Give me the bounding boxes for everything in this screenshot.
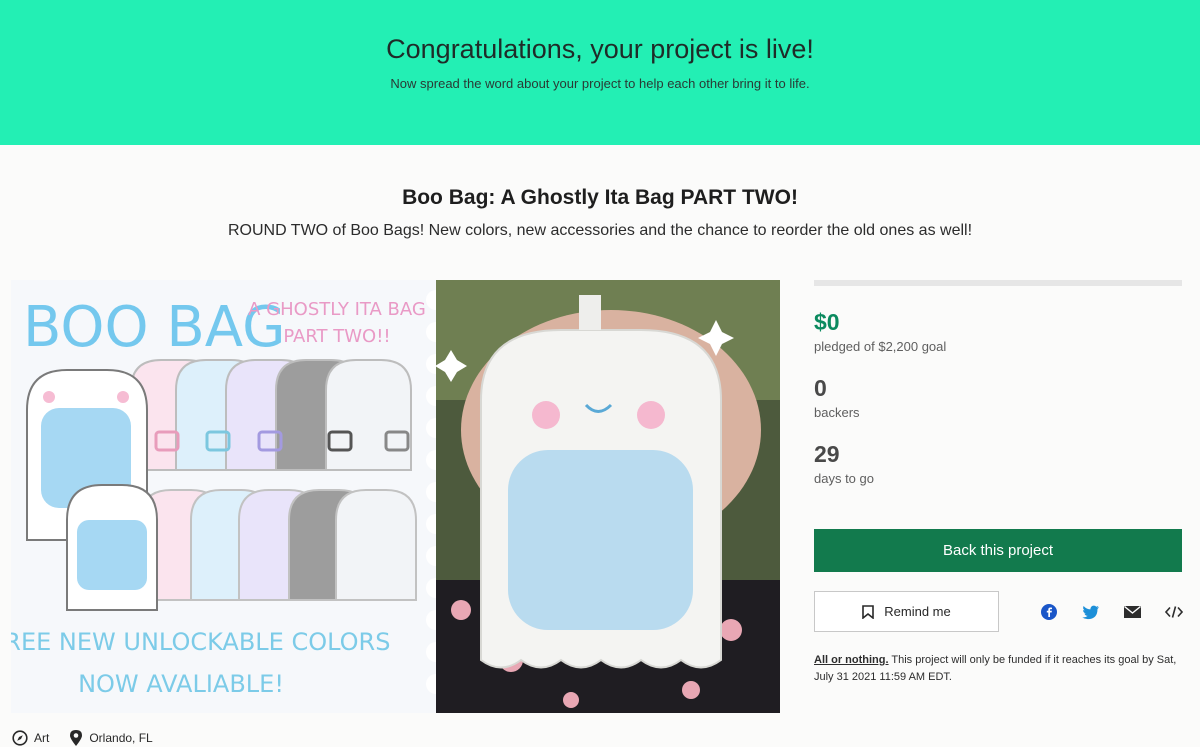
art-subtitle-1: A GHOSTLY ITA BAG: [248, 299, 426, 320]
back-this-project-button[interactable]: Back this project: [814, 529, 1182, 572]
pledged-goal-label: pledged of $2,200 goal: [814, 339, 947, 354]
days-to-go-count: 29: [814, 441, 840, 467]
launch-banner: Congratulations, your project is live! N…: [0, 0, 1200, 145]
art-caption-1: THREE NEW UNLOCKABLE COLORS: [11, 628, 390, 656]
art-title: BOO BAG: [23, 295, 286, 360]
twitter-icon[interactable]: [1082, 603, 1100, 621]
email-icon[interactable]: [1123, 603, 1141, 621]
project-image: BOO BAG A GHOSTLY ITA BAG PART TWO!! THR…: [11, 280, 780, 713]
art-subtitle-2: PART TWO!!: [283, 326, 390, 347]
art-caption-2: NOW AVALIABLE!: [78, 670, 284, 698]
project-video-thumbnail[interactable]: BOO BAG A GHOSTLY ITA BAG PART TWO!! THR…: [11, 280, 780, 713]
banner-subtitle: Now spread the word about your project t…: [390, 76, 810, 91]
location-link[interactable]: Orlando, FL: [89, 731, 152, 745]
facebook-icon[interactable]: [1040, 603, 1058, 621]
pledged-amount: $0: [814, 309, 840, 335]
project-title: Boo Bag: A Ghostly Ita Bag PART TWO!: [402, 186, 798, 209]
funding-stats: $0 pledged of $2,200 goal 0 backers 29 d…: [814, 280, 1182, 486]
project-blurb: ROUND TWO of Boo Bags! New colors, new a…: [227, 222, 973, 239]
embed-icon[interactable]: [1165, 603, 1183, 621]
project-meta: Art Orlando, FL: [12, 729, 153, 747]
remind-me-label: Remind me: [884, 604, 951, 619]
funding-progress-bar: [814, 280, 1182, 286]
bookmark-icon: [862, 604, 875, 619]
category-link[interactable]: Art: [34, 731, 49, 745]
location-pin-icon: [70, 730, 83, 746]
backers-label: backers: [814, 405, 860, 420]
banner-title: Congratulations, your project is live!: [386, 34, 814, 64]
project-header: Boo Bag: A Ghostly Ita Bag PART TWO! ROU…: [0, 186, 1200, 240]
days-to-go-label: days to go: [814, 471, 874, 486]
all-or-nothing-link[interactable]: All or nothing.: [814, 654, 889, 666]
funding-note: All or nothing. This project will only b…: [814, 652, 1182, 686]
backers-count: 0: [814, 375, 827, 401]
compass-icon: [12, 730, 28, 746]
remind-me-button[interactable]: Remind me: [814, 591, 999, 632]
